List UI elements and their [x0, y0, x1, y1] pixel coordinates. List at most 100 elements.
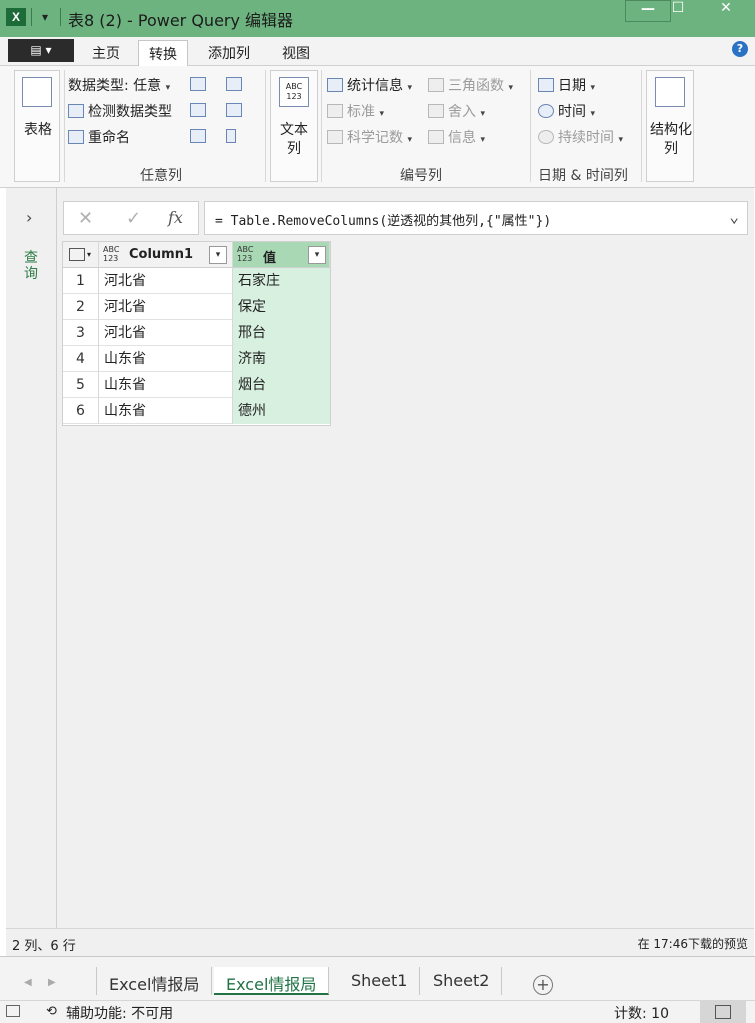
tab-transform[interactable]: 转换: [138, 40, 188, 66]
stopwatch-icon: [538, 130, 554, 144]
move-icon[interactable]: [190, 129, 206, 143]
column-header-column1[interactable]: ABC 123 Column1 ▾: [99, 242, 233, 268]
pivot-column-icon[interactable]: [226, 103, 242, 117]
replace-values-icon[interactable]: [190, 77, 206, 91]
chevron-down-icon: ▾: [618, 135, 623, 145]
tab-home[interactable]: 主页: [82, 40, 130, 66]
chevron-down-icon: ▾: [508, 83, 513, 93]
filter-dropdown-icon[interactable]: ▾: [209, 246, 227, 264]
sheet-tab[interactable]: Excel情报局: [96, 967, 213, 995]
quick-access-dropdown[interactable]: ▾: [42, 10, 48, 24]
information-button[interactable]: 信息 ▾: [428, 127, 485, 147]
divider: [60, 8, 61, 26]
time-button[interactable]: 时间 ▾: [538, 101, 595, 121]
window-title: 表8 (2) - Power Query 编辑器: [68, 11, 294, 30]
column-header-label: Column1: [129, 247, 194, 262]
filter-dropdown-icon[interactable]: ▾: [308, 246, 326, 264]
maximize-button[interactable]: ☐: [655, 0, 701, 22]
next-sheet-icon[interactable]: ▶: [48, 977, 56, 988]
rounding-label: 舍入: [448, 104, 476, 120]
add-sheet-button[interactable]: +: [533, 975, 553, 995]
expand-formula-icon[interactable]: ⌄: [729, 207, 739, 226]
standard-button[interactable]: 标准 ▾: [327, 101, 384, 121]
cell-column1[interactable]: 河北省: [99, 320, 233, 346]
date-button[interactable]: 日期 ▾: [538, 75, 595, 95]
unpivot-icon[interactable]: [226, 77, 242, 91]
ribbon: 表格 数据类型: 任意 ▾ 检测数据类型 重命名 任意列 ABC 123 文本列 …: [0, 66, 755, 188]
macro-record-icon[interactable]: [6, 1005, 20, 1017]
formula-buttons: ✕ ✓ fx: [63, 201, 199, 235]
confirm-icon[interactable]: ✓: [126, 208, 141, 229]
statistics-button[interactable]: 统计信息 ▾: [327, 75, 412, 95]
information-label: 信息: [448, 130, 476, 146]
file-menu-button[interactable]: ▤ ▾: [8, 39, 74, 62]
sigma-icon: [327, 78, 343, 92]
cell-column1[interactable]: 山东省: [99, 372, 233, 398]
table-row[interactable]: 6 山东省 德州: [63, 398, 330, 424]
sheet-tab[interactable]: Sheet2: [421, 967, 503, 995]
detect-type-label: 检测数据类型: [88, 104, 172, 120]
tab-view[interactable]: 视图: [272, 40, 320, 66]
chevron-down-icon: ▾: [165, 83, 171, 93]
convert-to-list-icon[interactable]: [226, 129, 236, 143]
help-icon[interactable]: ?: [732, 41, 748, 57]
expand-queries-icon[interactable]: ›: [26, 208, 32, 227]
fill-icon[interactable]: [190, 103, 206, 117]
status-bar: 2 列、6 行 在 17:46下载的预览: [6, 928, 754, 956]
table-row[interactable]: 3 河北省 邢台: [63, 320, 330, 346]
data-type-label: 数据类型: 任意: [68, 78, 162, 94]
data-grid: ▾ ABC 123 Column1 ▾ ABC 123 值 ▾ 1 河北省 石家庄 …: [62, 241, 331, 426]
scientific-button[interactable]: 科学记数 ▾: [327, 127, 412, 147]
trig-button[interactable]: 三角函数 ▾: [428, 75, 513, 95]
sheet-tab[interactable]: Sheet1: [339, 967, 421, 995]
cell-value[interactable]: 烟台: [233, 372, 330, 398]
information-icon: [428, 130, 444, 144]
duration-button[interactable]: 持续时间 ▾: [538, 127, 623, 147]
table-icon: [69, 248, 85, 261]
detect-type-button[interactable]: 检测数据类型: [68, 101, 172, 121]
cell-value[interactable]: 济南: [233, 346, 330, 372]
rename-label: 重命名: [88, 130, 130, 146]
cell-value[interactable]: 石家庄: [233, 268, 330, 294]
column-header-value[interactable]: ABC 123 值 ▾: [233, 242, 330, 268]
rename-icon: [68, 130, 84, 144]
cancel-icon[interactable]: ✕: [78, 208, 93, 229]
rename-button[interactable]: 重命名: [68, 127, 130, 147]
prev-sheet-icon[interactable]: ◀: [24, 977, 32, 988]
group-label-datetime: 日期 & 时间列: [538, 168, 628, 184]
formula-input[interactable]: = Table.RemoveColumns(逆透视的其他列,{"属性"}) ⌄: [204, 201, 748, 235]
tab-add-column[interactable]: 添加列: [198, 40, 260, 66]
scientific-icon: [327, 130, 343, 144]
trig-icon: [428, 78, 444, 92]
accessibility-status[interactable]: 辅助功能: 不可用: [66, 1003, 173, 1023]
cell-column1[interactable]: 河北省: [99, 294, 233, 320]
structured-column-button[interactable]: 结构化列: [646, 70, 694, 182]
rounding-button[interactable]: 舍入 ▾: [428, 101, 485, 121]
cell-column1[interactable]: 山东省: [99, 398, 233, 424]
table-button[interactable]: 表格: [14, 70, 60, 182]
table-menu-button[interactable]: ▾: [63, 242, 99, 268]
divider: [31, 8, 32, 26]
cell-value[interactable]: 邢台: [233, 320, 330, 346]
structured-column-label: 结构化列: [650, 122, 692, 157]
grid-icon: [715, 1005, 731, 1019]
table-row[interactable]: 2 河北省 保定: [63, 294, 330, 320]
time-label: 时间: [558, 104, 586, 120]
normal-view-button[interactable]: [700, 1001, 746, 1023]
table-row[interactable]: 4 山东省 济南: [63, 346, 330, 372]
cell-column1[interactable]: 河北省: [99, 268, 233, 294]
column-header-label: 值: [263, 251, 277, 266]
cell-column1[interactable]: 山东省: [99, 346, 233, 372]
row-number: 6: [63, 398, 99, 424]
text-column-button[interactable]: ABC 123 文本列: [270, 70, 318, 182]
cell-value[interactable]: 保定: [233, 294, 330, 320]
sheet-tab-active[interactable]: Excel情报局: [214, 967, 330, 995]
table-row[interactable]: 5 山东省 烟台: [63, 372, 330, 398]
close-button[interactable]: ✕: [702, 0, 750, 22]
row-number: 1: [63, 268, 99, 294]
data-type-dropdown[interactable]: 数据类型: 任意 ▾: [68, 75, 170, 95]
fx-icon[interactable]: fx: [168, 208, 183, 227]
sheet-tab-bar: ◀ ▶ Excel情报局 Excel情报局 Sheet1 Sheet2 +: [0, 956, 755, 1000]
table-row[interactable]: 1 河北省 石家庄: [63, 268, 330, 294]
cell-value[interactable]: 德州: [233, 398, 330, 424]
